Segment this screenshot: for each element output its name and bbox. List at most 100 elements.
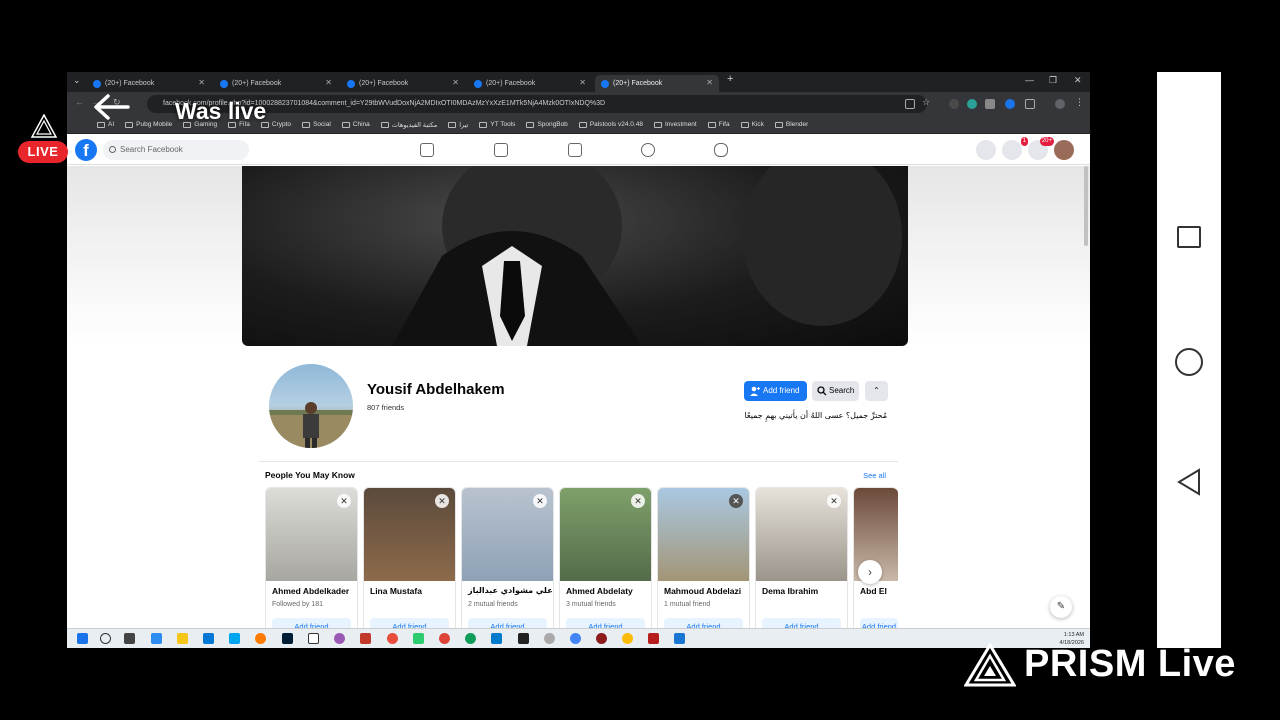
notifications-bell-icon[interactable]: 20+ [1028, 137, 1054, 160]
chrome-icon[interactable] [570, 633, 581, 644]
person-name[interactable]: Mahmoud Abdelazi [664, 586, 741, 596]
app-icon[interactable] [229, 633, 240, 644]
bookmark-item[interactable]: Palstools v24.0.48 [578, 121, 643, 128]
video-nav-icon[interactable] [494, 143, 508, 157]
close-tab-icon[interactable]: ✕ [452, 78, 459, 87]
pymk-card[interactable]: ✕ علي مشوادي عبدالباز 2 mutual friends A… [461, 487, 554, 628]
profile-search-button[interactable]: Search [812, 381, 859, 401]
add-friend-button[interactable]: Add friend [468, 618, 547, 628]
close-tab-icon[interactable]: ✕ [198, 78, 205, 87]
new-tab-button[interactable]: + [727, 73, 733, 85]
app-icon[interactable] [360, 633, 371, 644]
restore-icon[interactable]: ❐ [1049, 75, 1057, 86]
puzzle-icon[interactable] [1025, 99, 1035, 109]
search-icon[interactable] [100, 633, 111, 644]
add-friend-button[interactable]: Add friend [370, 618, 449, 628]
extension-icon[interactable] [967, 99, 977, 109]
tab-search-icon[interactable]: ⌄ [73, 75, 81, 86]
add-friend-button[interactable]: Add friend [860, 618, 898, 628]
facebook-logo[interactable]: f [75, 139, 97, 161]
add-friend-button[interactable]: Add friend [566, 618, 645, 628]
browser-tab[interactable]: (20+) Facebook ✕ [87, 75, 211, 92]
person-name[interactable]: علي مشوادي عبدالباز [468, 586, 553, 595]
pymk-card[interactable]: ✕ Mahmoud Abdelazi 1 mutual friend Add f… [657, 487, 750, 628]
next-arrow-button[interactable]: › [858, 560, 882, 584]
marketplace-nav-icon[interactable] [568, 143, 582, 157]
person-name[interactable]: Abd El [860, 586, 887, 596]
bookmark-item[interactable]: مكتبة الفيديوهات [380, 121, 437, 129]
gaming-nav-icon[interactable] [714, 143, 728, 157]
bookmark-item[interactable]: Kick [740, 121, 764, 128]
dismiss-icon[interactable]: ✕ [631, 494, 645, 508]
app-icon[interactable] [544, 633, 555, 644]
home-icon[interactable] [1175, 348, 1203, 376]
start-icon[interactable] [77, 633, 88, 644]
bookmark-star-icon[interactable]: ☆ [922, 97, 930, 108]
friends-count[interactable]: 807 friends [367, 403, 404, 412]
pymk-card[interactable]: ✕ Ahmed Abdelkader Followed by 181 Add f… [265, 487, 358, 628]
vscode-icon[interactable] [491, 633, 502, 644]
file-explorer-icon[interactable] [177, 633, 188, 644]
person-name[interactable]: Ahmed Abdelaty [566, 586, 633, 596]
bookmark-item[interactable]: Pubg Mobile [125, 121, 172, 128]
close-tab-icon[interactable]: ✕ [579, 78, 586, 87]
dismiss-icon[interactable]: ✕ [435, 494, 449, 508]
app-icon[interactable] [387, 633, 398, 644]
account-avatar[interactable] [1054, 140, 1074, 160]
back-icon[interactable]: ← [75, 97, 84, 107]
photoshop-icon[interactable] [282, 633, 293, 644]
browser-tab[interactable]: (20+) Facebook ✕ [468, 75, 592, 92]
pymk-card[interactable]: ✕ Dema Ibrahim Add friend [755, 487, 848, 628]
app-icon[interactable] [255, 633, 266, 644]
app-icon[interactable] [648, 633, 659, 644]
notion-icon[interactable] [308, 633, 319, 644]
person-name[interactable]: Dema Ibrahim [762, 586, 818, 596]
messenger-icon[interactable]: 1 [1002, 137, 1028, 160]
profile-avatar-icon[interactable] [1055, 99, 1065, 109]
bookmark-item[interactable]: China [341, 121, 370, 128]
pymk-card[interactable]: Abd El Add friend [853, 487, 898, 628]
close-tab-icon[interactable]: ✕ [325, 78, 332, 87]
add-friend-button[interactable]: Add friend [664, 618, 743, 628]
extension-icon[interactable] [985, 99, 995, 109]
pymk-card[interactable]: ✕ Lina Mustafa Add friend [363, 487, 456, 628]
extension-icon[interactable] [1005, 99, 1015, 109]
person-name[interactable]: Lina Mustafa [370, 586, 422, 596]
chrome-icon[interactable] [439, 633, 450, 644]
browser-tab-active[interactable]: (20+) Facebook ✕ [595, 75, 719, 92]
person-name[interactable]: Ahmed Abdelkader [272, 586, 349, 596]
kebab-menu-icon[interactable]: ⋮ [1075, 97, 1084, 108]
bookmark-item[interactable]: SpongBob [526, 121, 568, 128]
profile-picture[interactable] [266, 361, 356, 451]
new-message-icon[interactable]: ✎ [1050, 596, 1072, 618]
app-icon[interactable] [334, 633, 345, 644]
app-icon[interactable] [674, 633, 685, 644]
bookmark-item[interactable]: YT Tools [479, 121, 515, 128]
bookmark-item[interactable]: تيرا [448, 121, 468, 129]
add-friend-button[interactable]: Add friend [762, 618, 841, 628]
back-arrow-icon[interactable] [92, 92, 132, 122]
app-icon[interactable] [596, 633, 607, 644]
cover-photo[interactable] [242, 166, 908, 346]
extension-icon[interactable] [949, 99, 959, 109]
close-tab-icon[interactable]: ✕ [706, 78, 713, 87]
bookmark-item[interactable]: AI [97, 121, 114, 128]
home-nav-icon[interactable] [420, 143, 434, 157]
bookmark-item[interactable]: Social [302, 121, 331, 128]
app-icon[interactable] [413, 633, 424, 644]
add-friend-button[interactable]: Add friend [272, 618, 351, 628]
edge-icon[interactable] [465, 633, 476, 644]
dismiss-icon[interactable]: ✕ [827, 494, 841, 508]
dismiss-icon[interactable]: ✕ [533, 494, 547, 508]
page-scrollbar[interactable] [1084, 166, 1088, 246]
task-view-icon[interactable] [124, 633, 135, 644]
dismiss-icon[interactable]: ✕ [729, 494, 743, 508]
app-icon[interactable] [622, 633, 633, 644]
bookmark-item[interactable]: Fifa [707, 121, 730, 128]
bookmark-item[interactable]: Blender [774, 121, 808, 128]
browser-tab[interactable]: (20+) Facebook ✕ [341, 75, 465, 92]
install-icon[interactable] [905, 99, 915, 109]
app-icon[interactable] [151, 633, 162, 644]
back-triangle-icon[interactable] [1176, 468, 1202, 496]
recent-apps-icon[interactable] [1177, 226, 1201, 248]
